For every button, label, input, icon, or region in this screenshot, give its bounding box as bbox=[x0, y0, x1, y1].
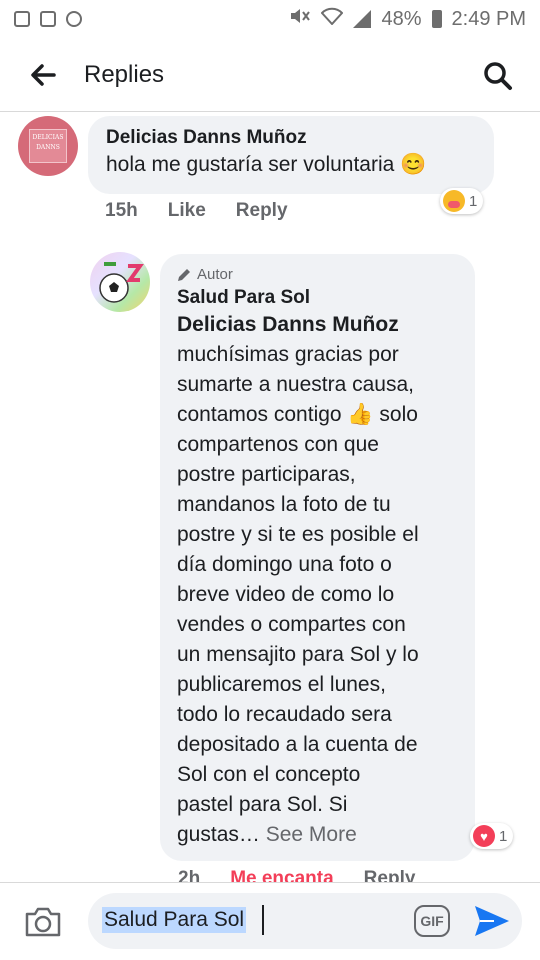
notification-icons bbox=[14, 11, 82, 27]
status-bar: 48% 2:49 PM bbox=[0, 0, 540, 38]
reply-text: muchísimas gracias por sumarte a nuestra… bbox=[177, 340, 458, 850]
app-bar: Replies bbox=[0, 38, 540, 112]
comment-bubble[interactable]: Delicias Danns Muñoz hola me gustaría se… bbox=[88, 116, 494, 194]
search-button[interactable] bbox=[478, 56, 518, 96]
battery-icon bbox=[431, 10, 442, 28]
messenger-icon bbox=[66, 11, 82, 27]
comment-input-value[interactable]: Salud Para Sol bbox=[102, 907, 247, 933]
gif-button[interactable]: GIF bbox=[414, 905, 450, 937]
comment-input[interactable]: Salud Para Sol GIF bbox=[88, 893, 522, 949]
text-line: vendes o compartes con bbox=[177, 613, 406, 636]
text-line: mandanos la foto de tu bbox=[177, 493, 391, 516]
avatar[interactable]: DELICIAS DANNS bbox=[18, 116, 78, 176]
reply-author[interactable]: Salud Para Sol bbox=[177, 286, 458, 310]
text-line: día domingo una foto o bbox=[177, 553, 392, 576]
reaction-summary[interactable]: ♥ 1 bbox=[470, 823, 514, 849]
text-line: postre participaras, bbox=[177, 463, 356, 486]
pencil-icon bbox=[178, 269, 190, 281]
text-line: publicaremos el lunes, bbox=[177, 673, 386, 696]
text-line: depositado a la cuenta de bbox=[177, 733, 418, 756]
camera-button[interactable] bbox=[24, 905, 62, 939]
text-line: muchísimas gracias por bbox=[177, 343, 399, 366]
send-icon bbox=[475, 906, 509, 936]
text-line: breve video de como lo bbox=[177, 583, 395, 606]
text-line: todo lo recaudado sera bbox=[177, 703, 392, 726]
comment-author[interactable]: Delicias Danns Muñoz bbox=[106, 126, 476, 150]
gallery-icon bbox=[14, 11, 30, 27]
soccer-ball-icon bbox=[99, 262, 144, 303]
back-arrow-icon bbox=[31, 63, 56, 86]
comment-actions: 15h Like Reply bbox=[105, 200, 288, 222]
author-badge: Autor bbox=[177, 264, 458, 286]
love-reaction-icon: ♥ bbox=[473, 825, 495, 847]
reaction-count: 1 bbox=[469, 192, 478, 210]
reaction-summary[interactable]: 1 bbox=[440, 188, 484, 214]
text-line-end: gustas… bbox=[177, 823, 260, 846]
signal-icon bbox=[353, 10, 372, 28]
like-button[interactable]: Like bbox=[168, 200, 206, 222]
text-cursor bbox=[262, 905, 264, 935]
mention-tag[interactable]: Delicias Danns Muñoz bbox=[177, 310, 458, 340]
avatar-logo: DELICIAS DANNS bbox=[29, 129, 67, 163]
instagram-icon bbox=[40, 11, 56, 27]
text-line: contamos contigo 👍 solo bbox=[177, 403, 418, 426]
mute-icon bbox=[289, 7, 311, 31]
comment-time: 15h bbox=[105, 200, 138, 221]
text-line: sumarte a nuestra causa, bbox=[177, 373, 414, 396]
battery-percent: 48% bbox=[381, 7, 422, 30]
text-line: compartenos con que bbox=[177, 433, 379, 456]
see-more-link[interactable]: See More bbox=[266, 823, 357, 846]
camera-icon bbox=[25, 907, 61, 937]
back-button[interactable] bbox=[22, 54, 64, 96]
send-button[interactable] bbox=[472, 903, 512, 939]
system-icons: 48% 2:49 PM bbox=[289, 7, 526, 31]
text-line: un mensajito para Sol y lo bbox=[177, 643, 419, 666]
comment-text: hola me gustaría ser voluntaria 😊 bbox=[106, 153, 427, 176]
reply-button[interactable]: Reply bbox=[236, 200, 288, 222]
wifi-icon bbox=[321, 7, 344, 31]
care-reaction-icon bbox=[443, 190, 465, 212]
author-badge-label: Autor bbox=[197, 266, 233, 283]
comment-composer: Salud Para Sol GIF bbox=[0, 882, 540, 960]
reply-bubble[interactable]: Autor Salud Para Sol Delicias Danns Muño… bbox=[160, 254, 475, 861]
page-title: Replies bbox=[84, 60, 165, 88]
text-line: postre y si te es posible el bbox=[177, 523, 419, 546]
avatar[interactable] bbox=[90, 252, 150, 312]
reaction-count: 1 bbox=[499, 827, 508, 845]
clock: 2:49 PM bbox=[451, 7, 526, 30]
text-line: gustas… See More bbox=[177, 820, 458, 850]
text-line: Sol con el concepto bbox=[177, 763, 361, 786]
search-icon bbox=[484, 62, 512, 90]
text-line: pastel para Sol. Si bbox=[177, 793, 348, 816]
